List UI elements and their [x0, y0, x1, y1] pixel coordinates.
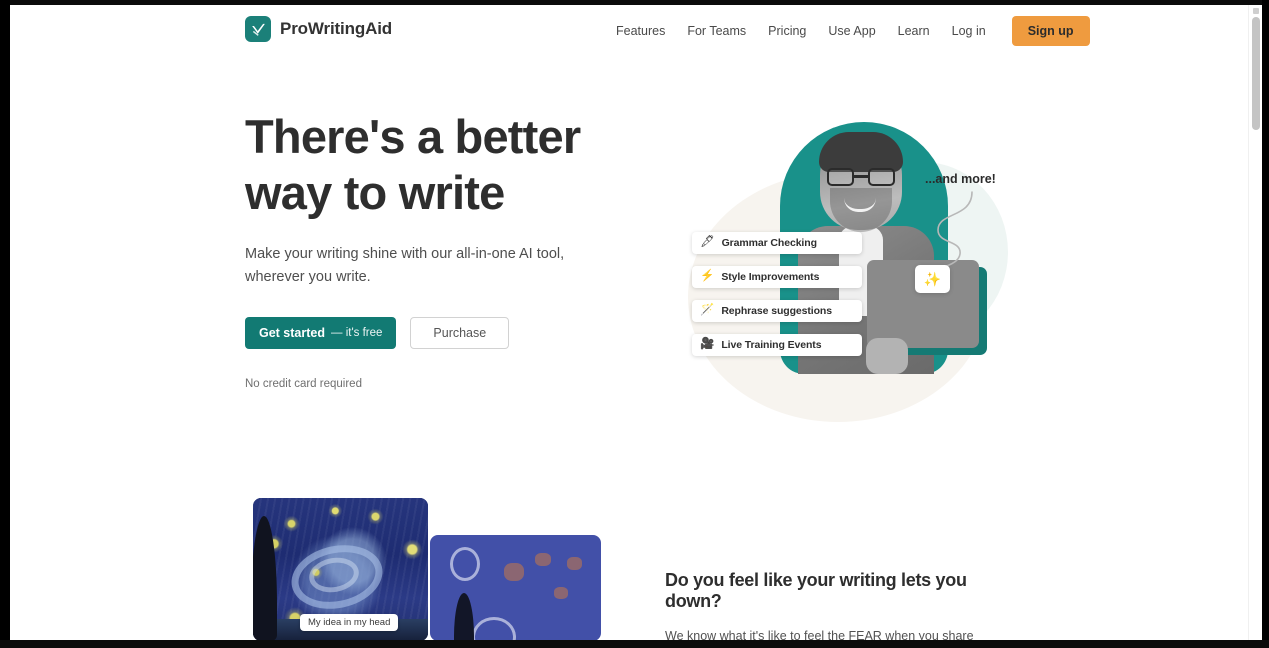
sparkles-icon: ✨: [923, 270, 942, 287]
feather-pen-icon: 🖋: [700, 236, 715, 249]
feature-chip-label: Rephrase suggestions: [721, 305, 832, 317]
glasses-left-lens: [827, 168, 854, 186]
window-right-bezel: [1262, 0, 1269, 648]
lightning-bolt-icon: ⚡: [700, 270, 715, 283]
nav-item-use-app[interactable]: Use App: [817, 18, 886, 44]
feature-chip-list: 🖋 Grammar Checking ⚡ Style Improvements …: [692, 232, 862, 368]
vertical-scrollbar[interactable]: [1248, 5, 1262, 640]
main-navigation: Features For Teams Pricing Use App Learn…: [605, 16, 1090, 46]
movie-camera-icon: 🎥: [700, 338, 715, 351]
purchase-button[interactable]: Purchase: [410, 317, 510, 349]
nav-item-learn[interactable]: Learn: [887, 18, 941, 44]
paint-blotch: [504, 563, 524, 581]
nav-item-pricing[interactable]: Pricing: [757, 18, 817, 44]
nav-item-features[interactable]: Features: [605, 18, 676, 44]
webpage-content: ProWritingAid Features For Teams Pricing…: [10, 5, 1248, 640]
section2-title: Do you feel like your writing lets you d…: [665, 570, 967, 611]
feature-chip-live-training-events[interactable]: 🎥 Live Training Events: [692, 334, 862, 356]
window-left-bezel: [0, 0, 10, 648]
paint-blotch: [567, 557, 582, 570]
feature-chip-rephrase-suggestions[interactable]: 🪄 Rephrase suggestions: [692, 300, 862, 322]
curly-arrow-icon: [937, 191, 973, 269]
starry-night-image: My idea in my head: [253, 498, 428, 640]
hero-section: There's a better way to write Make your …: [10, 62, 1248, 482]
section2-copy: Do you feel like your writing lets you d…: [665, 570, 1021, 640]
section2-body: We know what it's like to feel the FEAR …: [665, 629, 974, 640]
feature-chip-style-improvements[interactable]: ⚡ Style Improvements: [692, 266, 862, 288]
sign-up-button[interactable]: Sign up: [1011, 16, 1090, 46]
person-hair: [819, 132, 903, 172]
hero-illustration: 🖋 Grammar Checking ⚡ Style Improvements …: [670, 110, 1030, 440]
paint-blotch: [554, 587, 568, 599]
get-started-note: — it's free: [331, 327, 383, 339]
my-idea-in-my-head-label[interactable]: My idea in my head: [300, 614, 399, 631]
brand-name: ProWritingAid: [280, 19, 393, 38]
sparkles-badge: ✨: [915, 265, 950, 293]
scrollbar-up-arrow-icon[interactable]: [1253, 8, 1259, 14]
and-more-callout: ...and more!: [925, 172, 996, 186]
prowritingaid-logo-icon: [245, 16, 271, 42]
nav-item-log-in[interactable]: Log in: [941, 18, 997, 44]
get-started-label: Get started: [259, 326, 325, 340]
hero-copy: There's a better way to write Make your …: [245, 109, 645, 390]
spiral-doodle: [472, 617, 516, 640]
nav-item-for-teams[interactable]: For Teams: [676, 18, 757, 44]
writing-lets-you-down-section: My idea in my head Do you feel like your…: [10, 482, 1248, 640]
brand-logo-link[interactable]: ProWritingAid: [245, 16, 392, 42]
browser-window: ProWritingAid Features For Teams Pricing…: [0, 0, 1269, 648]
feature-chip-label: Live Training Events: [721, 339, 822, 351]
simplified-blue-image: [430, 535, 601, 640]
scrollbar-thumb[interactable]: [1252, 17, 1260, 130]
magic-wand-icon: 🪄: [700, 304, 715, 317]
glasses-bridge: [854, 175, 868, 178]
browser-bottom-chrome: [0, 640, 1269, 648]
feature-chip-grammar-checking[interactable]: 🖋 Grammar Checking: [692, 232, 862, 254]
get-started-button[interactable]: Get started — it's free: [245, 317, 397, 349]
page-viewport: ProWritingAid Features For Teams Pricing…: [10, 5, 1262, 640]
hero-title: There's a better way to write: [245, 110, 581, 219]
feature-chip-label: Grammar Checking: [721, 237, 817, 249]
hero-cta-group: Get started — it's free Purchase: [245, 317, 645, 349]
feature-chip-label: Style Improvements: [721, 271, 820, 283]
glasses-right-lens: [868, 168, 895, 186]
spiral-doodle: [450, 547, 480, 581]
no-credit-card-note: No credit card required: [245, 378, 362, 390]
paint-blotch: [535, 553, 551, 566]
site-header: ProWritingAid Features For Teams Pricing…: [10, 5, 1248, 62]
person-hand: [866, 338, 908, 374]
blue-card-cypress-tree: [454, 593, 474, 640]
hero-subtitle: Make your writing shine with our all-in-…: [245, 246, 565, 285]
glasses-icon: [827, 168, 895, 186]
